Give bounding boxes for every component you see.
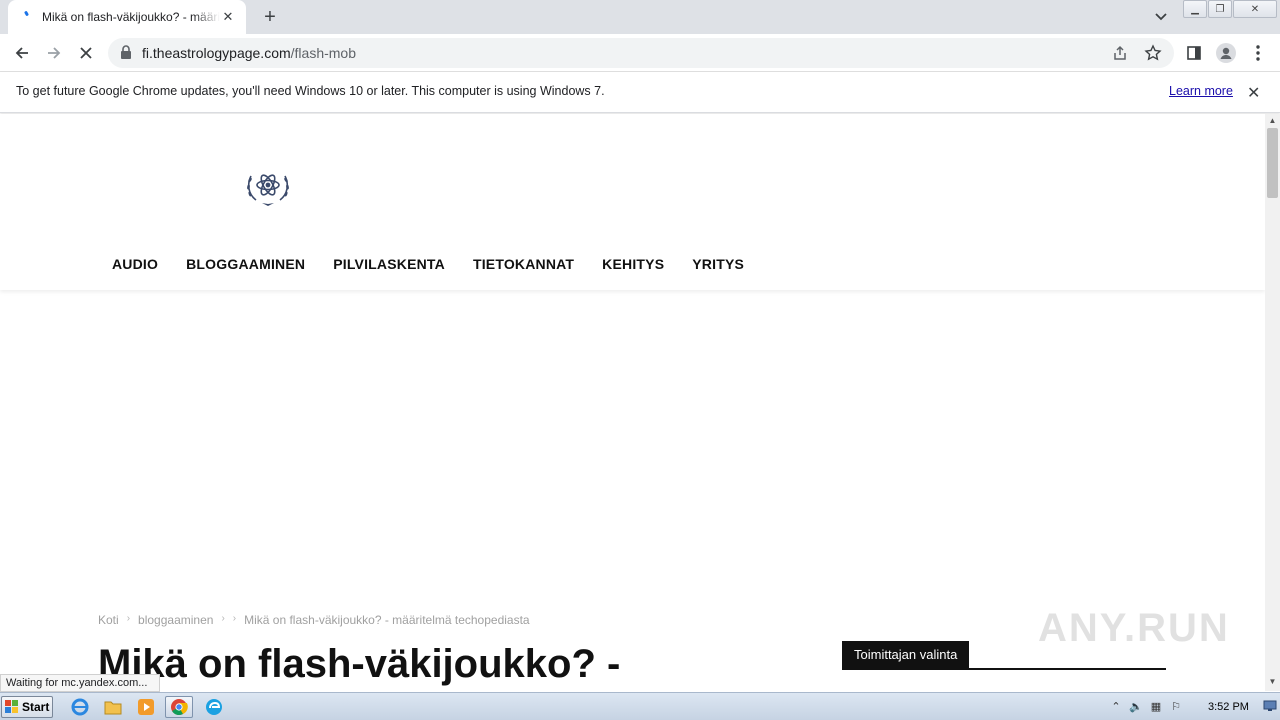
nav-item-kehitys[interactable]: KEHITYS xyxy=(602,256,664,272)
arrow-right-icon xyxy=(48,47,61,59)
start-label: Start xyxy=(22,700,50,714)
lock-icon[interactable] xyxy=(120,45,132,60)
volume-icon[interactable]: 🔈 xyxy=(1126,696,1146,716)
nav-item-tietokannat[interactable]: TIETOKANNAT xyxy=(473,256,574,272)
windows-taskbar: Start ⌃ 🔈 ▦ ⚐ 3:52 PM xyxy=(0,692,1280,720)
url-text[interactable]: fi.theastrologypage.com/flash-mob xyxy=(142,45,356,61)
side-panel-icon xyxy=(1187,46,1201,60)
tray-expand-icon[interactable]: ⌃ xyxy=(1106,696,1126,716)
tab-strip: Mikä on flash-väkijoukko? - määritelmä t… xyxy=(0,0,1280,34)
status-bubble: Waiting for mc.yandex.com... xyxy=(0,674,160,692)
back-button[interactable] xyxy=(8,40,36,66)
infobar-message: To get future Google Chrome updates, you… xyxy=(16,84,605,98)
restore-button[interactable]: ❐ xyxy=(1208,0,1232,18)
browser-toolbar: fi.theastrologypage.com/flash-mob xyxy=(0,34,1280,72)
breadcrumb-separator: › xyxy=(221,613,225,624)
network-icon[interactable]: ▦ xyxy=(1146,696,1166,716)
nav-item-yritys[interactable]: YRITYS xyxy=(692,256,744,272)
breadcrumb-separator: › xyxy=(126,613,131,624)
main-nav: AUDIO BLOGGAAMINEN PILVILASKENTA TIETOKA… xyxy=(112,256,772,272)
profile-button[interactable] xyxy=(1212,40,1240,66)
laurel-atom-logo-icon[interactable] xyxy=(244,166,292,208)
article-title: Mikä on flash-väkijoukko? - xyxy=(98,642,621,686)
nav-item-pilvilaskenta[interactable]: PILVILASKENTA xyxy=(333,256,445,272)
forward-button[interactable] xyxy=(40,40,68,66)
breadcrumb-separator: › xyxy=(232,613,237,624)
browser-tab[interactable]: Mikä on flash-väkijoukko? - määritelmä t… xyxy=(8,0,246,34)
menu-button[interactable] xyxy=(1244,40,1272,66)
taskbar-clock[interactable]: 3:52 PM xyxy=(1208,701,1249,713)
breadcrumb-current: Mikä on flash-väkijoukko? - määritelmä t… xyxy=(244,613,530,627)
minimize-button[interactable]: ▁ xyxy=(1183,0,1207,18)
media-player-icon[interactable] xyxy=(132,696,160,718)
ie-icon[interactable] xyxy=(66,696,94,718)
window-close-button[interactable]: ✕ xyxy=(1233,0,1277,18)
anyrun-watermark: ANY.RUN xyxy=(1038,606,1230,650)
url-path: /flash-mob xyxy=(290,45,356,61)
loading-spinner-icon xyxy=(20,9,36,25)
start-button[interactable]: Start xyxy=(1,696,53,718)
scroll-down-arrow-icon[interactable]: ▼ xyxy=(1265,677,1280,689)
infobar-close-icon[interactable]: ✕ xyxy=(1247,83,1260,103)
chrome-icon[interactable] xyxy=(165,696,193,718)
stop-loading-button[interactable] xyxy=(72,40,100,66)
show-desktop-button[interactable] xyxy=(1262,695,1278,717)
breadcrumb-category[interactable]: bloggaaminen xyxy=(138,613,213,627)
more-vert-icon xyxy=(1256,45,1260,61)
new-tab-button[interactable]: + xyxy=(258,6,282,28)
site-header: AUDIO BLOGGAAMINEN PILVILASKENTA TIETOKA… xyxy=(0,114,1265,290)
chevron-down-icon[interactable] xyxy=(1152,8,1170,26)
url-host: fi.theastrologypage.com xyxy=(142,45,291,61)
close-icon xyxy=(80,47,92,59)
arrow-left-icon xyxy=(15,47,28,59)
update-infobar: To get future Google Chrome updates, you… xyxy=(0,72,1280,113)
nav-item-audio[interactable]: AUDIO xyxy=(112,256,158,272)
nav-item-bloggaaminen[interactable]: BLOGGAAMINEN xyxy=(186,256,305,272)
side-panel-button[interactable] xyxy=(1180,40,1208,66)
learn-more-link[interactable]: Learn more xyxy=(1169,84,1233,98)
scroll-thumb[interactable] xyxy=(1267,128,1278,198)
scroll-up-arrow-icon[interactable]: ▲ xyxy=(1265,116,1280,128)
monitor-icon xyxy=(1263,700,1277,711)
page-scrollbar[interactable]: ▲ ▼ xyxy=(1265,114,1280,691)
edge-icon[interactable] xyxy=(200,696,228,718)
tab-title: Mikä on flash-väkijoukko? - määritelmä t… xyxy=(42,10,220,24)
breadcrumb: Koti › bloggaaminen › › Mikä on flash-vä… xyxy=(98,613,530,627)
address-bar[interactable]: fi.theastrologypage.com/flash-mob xyxy=(108,38,1174,68)
star-icon[interactable] xyxy=(1144,44,1162,62)
share-icon[interactable] xyxy=(1112,45,1128,61)
editor-pick-heading: Toimittajan valinta xyxy=(842,641,970,670)
breadcrumb-home[interactable]: Koti xyxy=(98,613,119,627)
action-center-flag-icon[interactable]: ⚐ xyxy=(1166,696,1186,716)
tab-close-icon[interactable]: ✕ xyxy=(220,9,236,25)
system-tray: ⌃ 🔈 ▦ ⚐ xyxy=(1106,696,1186,716)
profile-icon xyxy=(1216,43,1236,63)
windows-flag-icon xyxy=(5,700,19,714)
page-viewport: AUDIO BLOGGAAMINEN PILVILASKENTA TIETOKA… xyxy=(0,114,1265,691)
window-controls: ▁ ❐ ✕ xyxy=(1183,0,1278,18)
explorer-icon[interactable] xyxy=(99,696,127,718)
